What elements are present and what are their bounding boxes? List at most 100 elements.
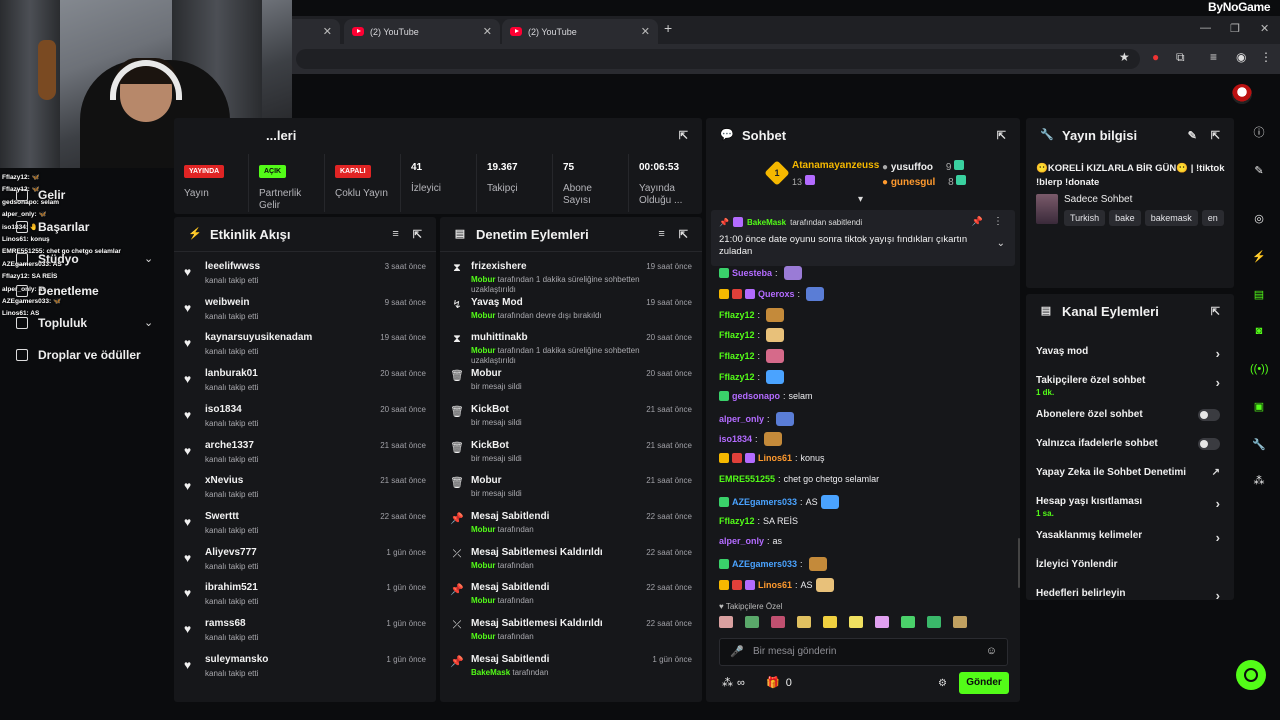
pinned-message[interactable]: 📌 BakeMask tarafından sabitlendi 📌 ⋮ 21:… bbox=[711, 210, 1015, 266]
channel-action-row[interactable]: İzleyici Yönlendir bbox=[1036, 559, 1224, 570]
kick-points[interactable]: ⁂ ∞ bbox=[722, 676, 745, 690]
activity-row[interactable]: ♥ ibrahim521 kanalı takip etti 1 gün önce bbox=[184, 582, 426, 617]
channel-action-row[interactable]: Hedefleri belirleyin › bbox=[1036, 588, 1224, 600]
chat-username[interactable]: gedsonapo bbox=[732, 391, 780, 401]
emote-shortcut-icon[interactable] bbox=[927, 616, 941, 628]
star-icon[interactable]: ★ bbox=[1119, 50, 1130, 64]
edit-pencil-icon[interactable]: ✎ bbox=[1188, 129, 1197, 142]
filter-icon[interactable]: ≡ bbox=[658, 228, 664, 241]
chat-message[interactable]: Linos61: AS bbox=[719, 578, 834, 592]
new-tab-button[interactable]: + bbox=[664, 20, 672, 36]
chat-message[interactable]: EMRE551255: chet go chetgo selamlar bbox=[719, 474, 879, 484]
tag-chip[interactable]: en bbox=[1201, 210, 1224, 226]
extension-icon[interactable]: ● bbox=[1152, 50, 1159, 64]
activity-row[interactable]: ♥ suleymansko kanalı takip etti 1 gün önce bbox=[184, 654, 426, 689]
chat-message[interactable]: Fflazy12: bbox=[719, 307, 785, 322]
more-icon[interactable]: ⁂ bbox=[1250, 472, 1268, 490]
channel-action-row[interactable]: Yasaklanmış kelimeler › bbox=[1036, 530, 1224, 545]
chat-message[interactable]: Fflazy12: bbox=[719, 349, 785, 364]
filter-icon[interactable]: ≡ bbox=[392, 228, 398, 241]
chat-username[interactable]: Fflazy12 bbox=[719, 310, 755, 320]
extensions-puzzle-icon[interactable]: ⧉ bbox=[1176, 50, 1185, 65]
chat-username[interactable]: Linos61 bbox=[758, 453, 792, 463]
activity-row[interactable]: ♥ arche1337 kanalı takip etti 21 saat önce bbox=[184, 440, 426, 475]
emote-shortcut-icon[interactable] bbox=[953, 616, 967, 628]
avatar[interactable] bbox=[1232, 84, 1252, 104]
chat-message[interactable]: Fflazy12: bbox=[719, 370, 785, 384]
popout-icon[interactable]: ⇱ bbox=[679, 129, 688, 142]
chat-message[interactable]: Suesteba: bbox=[719, 266, 802, 280]
menu-dots-icon[interactable]: ⋮ bbox=[1260, 50, 1272, 64]
category-thumbnail[interactable] bbox=[1036, 194, 1058, 224]
chevron-right-icon[interactable]: › bbox=[1216, 346, 1220, 361]
chevron-right-icon[interactable]: › bbox=[1216, 530, 1220, 545]
broadcast-icon[interactable]: ((•)) bbox=[1250, 360, 1269, 378]
sidebar-item-droplar[interactable]: Droplar ve ödüller bbox=[16, 348, 141, 362]
chat-message[interactable]: iso1834: bbox=[719, 432, 782, 447]
address-bar[interactable] bbox=[296, 49, 1140, 69]
chat-scrollbar[interactable] bbox=[1018, 538, 1020, 588]
chat-username[interactable]: EMRE551255 bbox=[719, 474, 775, 484]
chat-username[interactable]: Queroxs bbox=[758, 289, 795, 299]
activity-row[interactable]: ♥ kaynarsuyusikenadam kanalı takip etti 19 … bbox=[184, 332, 426, 367]
chevron-right-icon[interactable]: › bbox=[1216, 496, 1220, 511]
browser-tab-youtube-2[interactable]: (2) YouTube ✕ bbox=[502, 19, 658, 44]
third-gifter[interactable]: ● gunesgul 8 bbox=[882, 175, 967, 188]
emote-shortcut-icon[interactable] bbox=[849, 616, 863, 628]
emote-shortcut-icon[interactable] bbox=[875, 616, 889, 628]
channel-action-row[interactable]: Abonelere özel sohbet bbox=[1036, 409, 1224, 421]
close-tab-icon[interactable]: ✕ bbox=[641, 25, 650, 38]
chat-username[interactable]: Linos61 bbox=[758, 580, 792, 590]
minimize-icon[interactable]: — bbox=[1200, 22, 1211, 34]
lightning-icon[interactable]: ⚡ bbox=[1250, 248, 1268, 266]
close-window-icon[interactable]: ✕ bbox=[1260, 22, 1269, 35]
popout-icon[interactable]: ⇱ bbox=[679, 228, 688, 241]
activity-row[interactable]: ♥ weibwein kanalı takip etti 9 saat önce bbox=[184, 297, 426, 332]
chat-username[interactable]: Fflazy12 bbox=[719, 330, 755, 340]
external-link-icon[interactable]: ↗ bbox=[1212, 467, 1220, 478]
popout-icon[interactable]: ⇱ bbox=[1211, 129, 1220, 142]
chat-bubble-icon[interactable]: ◙ bbox=[1250, 322, 1268, 340]
chat-message[interactable]: Fflazy12: bbox=[719, 328, 785, 343]
chat-input[interactable]: 🎤 Bir mesaj gönderin ☺ bbox=[719, 638, 1008, 666]
toggle-switch[interactable] bbox=[1198, 438, 1220, 450]
second-gifter[interactable]: ● yusuffoo 9 bbox=[882, 160, 965, 173]
activity-row[interactable]: ♥ Aliyevs777 kanalı takip etti 1 gün önce bbox=[184, 547, 426, 582]
chat-message[interactable]: Queroxs: bbox=[719, 286, 825, 301]
chat-username[interactable]: iso1834 bbox=[719, 434, 752, 444]
chat-message[interactable]: AZEgamers033: AS bbox=[719, 494, 839, 509]
top-gifter-name[interactable]: Atanamayanzeuss bbox=[792, 160, 879, 171]
send-button[interactable]: Gönder bbox=[959, 672, 1009, 694]
emote-shortcut-icon[interactable] bbox=[823, 616, 837, 628]
tag-chip[interactable]: bakemask bbox=[1144, 210, 1198, 226]
restore-icon[interactable]: ❐ bbox=[1230, 22, 1240, 35]
chat-username[interactable]: alper_only bbox=[719, 536, 764, 546]
expand-chevron-icon[interactable]: ▾ bbox=[858, 194, 863, 205]
profile-icon[interactable]: ◉ bbox=[1236, 50, 1246, 64]
microphone-icon[interactable]: 🎤 bbox=[730, 645, 744, 658]
emote-shortcut-icon[interactable] bbox=[797, 616, 811, 628]
chat-username[interactable]: Fflazy12 bbox=[719, 372, 755, 382]
chat-message[interactable]: AZEgamers033: bbox=[719, 557, 827, 572]
gift-counter[interactable]: 🎁 0 bbox=[766, 676, 792, 690]
popout-icon[interactable]: ⇱ bbox=[413, 228, 422, 241]
chevron-right-icon[interactable]: › bbox=[1216, 588, 1220, 600]
emote-shortcut-icon[interactable] bbox=[719, 616, 733, 628]
clipboard-icon[interactable]: ▤ bbox=[1250, 286, 1268, 304]
toggle-switch[interactable] bbox=[1198, 409, 1220, 421]
browser-tab-youtube-1[interactable]: (2) YouTube ✕ bbox=[344, 19, 500, 44]
activity-row[interactable]: ♥ xNevius kanalı takip etti 21 saat önce bbox=[184, 475, 426, 510]
chat-settings-gear-icon[interactable]: ⚙ bbox=[938, 678, 947, 689]
wrench-icon[interactable]: 🔧 bbox=[1250, 436, 1268, 454]
chat-username[interactable]: Fflazy12 bbox=[719, 516, 755, 526]
info-icon[interactable]: ⓘ bbox=[1250, 124, 1268, 142]
chat-message[interactable]: Fflazy12: SA REİS bbox=[719, 516, 798, 526]
playlist-icon[interactable]: ≡ bbox=[1210, 50, 1217, 64]
chat-message[interactable]: alper_only: as bbox=[719, 536, 782, 546]
chat-username[interactable]: AZEgamers033 bbox=[732, 497, 797, 507]
chat-username[interactable]: alper_only bbox=[719, 414, 764, 424]
chat-username[interactable]: Suesteba bbox=[732, 268, 772, 278]
chevron-right-icon[interactable]: › bbox=[1216, 375, 1220, 390]
close-tab-icon[interactable]: ✕ bbox=[323, 25, 332, 38]
popout-icon[interactable]: ⇱ bbox=[1211, 305, 1220, 318]
